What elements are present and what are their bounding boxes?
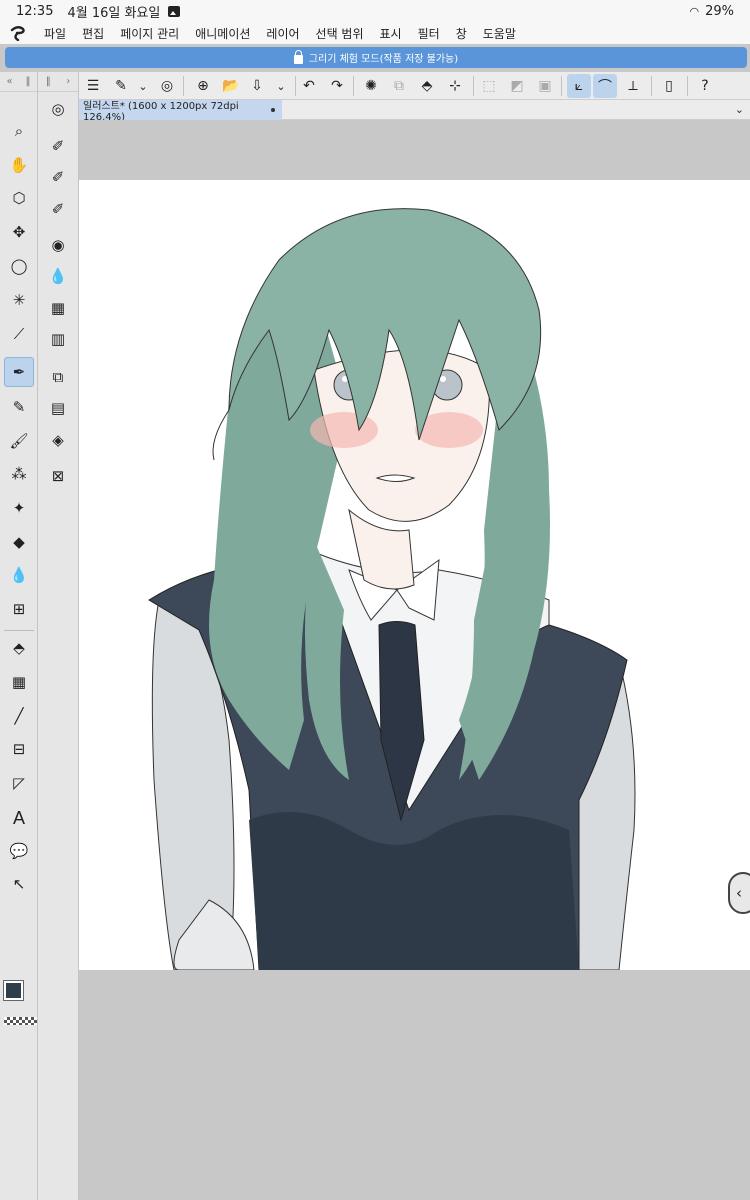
snap-grid-icon[interactable]: ⟂ xyxy=(621,74,645,98)
hand-icon[interactable]: ✋ xyxy=(4,150,34,180)
open-folder-icon[interactable]: 📂 xyxy=(219,74,243,98)
loading-spinner-icon[interactable]: ✺ xyxy=(359,74,383,98)
correct-line-icon[interactable]: ↖ xyxy=(4,869,34,899)
sub-tool-palette-header: ‖ › xyxy=(38,72,78,92)
menu-bar: 파일 편집 페이지 관리 애니메이션 레이어 선택 범위 표시 필터 창 도움말 xyxy=(0,22,750,44)
mesh-transform-icon[interactable]: ⊞ xyxy=(4,594,34,624)
new-file-icon[interactable]: ⊕ xyxy=(191,74,215,98)
menu-selection[interactable]: 선택 범위 xyxy=(308,25,372,42)
move-icon[interactable]: ✥ xyxy=(4,217,34,247)
unsaved-indicator xyxy=(271,108,275,112)
color-set-icon[interactable]: ▦ xyxy=(43,293,73,323)
blend-icon[interactable]: 💧 xyxy=(4,560,34,590)
menu-layer[interactable]: 레이어 xyxy=(258,25,307,42)
command-bar: ☰ ✎ ⌄ ◎ ⊕ 📂 ⇩ ⌄ ↶ ↷ ✺ ⧉ ⬘ ⊹ ⬚ ◩ ▣ ⟀ ⌒ ⟂ … xyxy=(79,72,750,100)
menu-file[interactable]: 파일 xyxy=(36,25,74,42)
color-wheel-icon[interactable]: ◉ xyxy=(43,230,73,260)
navigator-icon[interactable]: ◎ xyxy=(43,94,73,124)
line-icon[interactable]: ╱ xyxy=(4,701,34,731)
palette-grip-icon[interactable]: ‖ xyxy=(26,76,31,87)
crop-icon: ▣ xyxy=(538,78,552,94)
snap-special-ruler-icon[interactable]: ⌒ xyxy=(593,74,617,98)
chevron-down-icon[interactable]: ⌄ xyxy=(131,74,155,98)
menu-icon[interactable]: ☰ xyxy=(81,74,105,98)
pencil-icon[interactable]: ✎ xyxy=(4,392,34,422)
balloon-icon[interactable]: 💬 xyxy=(4,836,34,866)
sub-tool-detail-icon[interactable]: ✐ xyxy=(43,194,73,224)
battery-level: 29% xyxy=(705,3,734,19)
tool-palette-header: « ‖ xyxy=(0,72,37,92)
tool-property-icon[interactable]: ✐ xyxy=(43,131,73,161)
status-date: 4월 16일 화요일 xyxy=(67,5,161,21)
layer-icon[interactable]: ◈ xyxy=(43,425,73,455)
companion-icon[interactable]: ◎ xyxy=(155,74,179,98)
ruler-icon[interactable]: ◸ xyxy=(4,768,34,798)
help-icon[interactable]: ? xyxy=(693,74,717,98)
trial-mode-banner[interactable]: 그리기 체험 모드(작품 저장 불가능) xyxy=(5,47,747,68)
tab-list-chevron-icon[interactable]: ⌄ xyxy=(735,103,744,116)
transform-icon[interactable]: ⊹ xyxy=(443,74,467,98)
menu-help[interactable]: 도움말 xyxy=(475,25,524,42)
edit-icon[interactable]: ✎ xyxy=(109,74,133,98)
undo-icon[interactable]: ↶ xyxy=(297,74,321,98)
main-color-swatch[interactable] xyxy=(3,980,24,1001)
fill-command-icon[interactable]: ⬘ xyxy=(415,74,439,98)
collapse-left-icon[interactable]: « xyxy=(6,76,12,87)
eyedropper-icon[interactable]: ⟋ xyxy=(4,319,34,349)
menu-filter[interactable]: 필터 xyxy=(410,25,448,42)
transparent-color-swatch[interactable] xyxy=(4,1017,37,1025)
collapse-right-icon[interactable]: › xyxy=(66,76,70,87)
layer-property-icon[interactable]: ▤ xyxy=(43,393,73,423)
save-icon[interactable]: ⇩ xyxy=(245,74,269,98)
illustration-artwork xyxy=(148,208,636,970)
gradient-icon[interactable]: ▦ xyxy=(4,667,34,697)
save-options-chevron-icon[interactable]: ⌄ xyxy=(269,74,293,98)
brush-size-icon[interactable]: ✐ xyxy=(43,162,73,192)
trial-mode-text: 그리기 체험 모드(작품 저장 불가능) xyxy=(308,54,459,65)
decoration-icon[interactable]: ✦ xyxy=(4,493,34,523)
menu-edit[interactable]: 편집 xyxy=(74,25,112,42)
airbrush-icon[interactable]: ⁂ xyxy=(4,459,34,489)
canvas-tab[interactable]: 일러스트* (1600 x 1200px 72dpi 126.4%) xyxy=(79,100,282,123)
chevron-left-icon: ‹ xyxy=(736,884,742,902)
snap-ruler-icon[interactable]: ⟀ xyxy=(567,74,591,98)
canvas-tab-strip: 일러스트* (1600 x 1200px 72dpi 126.4%) ⌄ xyxy=(79,100,750,123)
pen-icon[interactable]: ✒ xyxy=(4,357,34,387)
copy-icon: ⧉ xyxy=(394,78,404,94)
lock-icon xyxy=(293,50,303,64)
text-icon[interactable]: A xyxy=(4,803,34,833)
menu-view[interactable]: 표시 xyxy=(372,25,410,42)
redo-icon[interactable]: ↷ xyxy=(325,74,349,98)
brush-icon[interactable]: 🖌 xyxy=(4,426,34,456)
magic-wand-icon[interactable]: ✳ xyxy=(4,285,34,315)
clear-selection-icon: ⬚ xyxy=(482,78,496,94)
timeline-icon[interactable]: ▥ xyxy=(43,324,73,354)
frame-icon[interactable]: ⊟ xyxy=(4,734,34,764)
fill-icon[interactable]: ⬘ xyxy=(4,633,34,663)
menu-page-management[interactable]: 페이지 관리 xyxy=(112,25,187,42)
sub-tool-palette: ‖ › ◎ ✐ ✐ ✐ ◉ 💧 ▦ ▥ ⧉ ▤ ◈ ⊠ xyxy=(38,72,79,1200)
palette-grip-icon[interactable]: ‖ xyxy=(46,76,51,87)
menu-animation[interactable]: 애니메이션 xyxy=(187,25,258,42)
app-logo-icon[interactable] xyxy=(0,25,36,41)
status-bar: 12:35 4월 16일 화요일 ◠ 29% xyxy=(0,0,750,22)
eraser-icon[interactable]: ◆ xyxy=(4,527,34,557)
layer-search-icon[interactable]: ⧉ xyxy=(43,362,73,392)
tool-palette: « ‖ ⌕ ✋ ⬡ ✥ ◯ ✳ ⟋ ✒ ✎ 🖌 ⁂ ✦ ◆ 💧 ⊞ ⬘ ▦ ╱ … xyxy=(0,72,38,1200)
color-mixing-icon[interactable]: 💧 xyxy=(43,261,73,291)
lasso-icon[interactable]: ◯ xyxy=(4,251,34,281)
drawing-canvas[interactable] xyxy=(79,180,750,970)
canvas-workspace[interactable] xyxy=(79,120,750,1200)
zoom-icon[interactable]: ⌕ xyxy=(4,116,34,146)
smartphone-icon[interactable]: ▯ xyxy=(657,74,681,98)
material-icon[interactable]: ⊠ xyxy=(43,461,73,491)
menu-window[interactable]: 창 xyxy=(448,25,475,42)
invert-selection-icon: ◩ xyxy=(510,78,524,94)
object-icon[interactable]: ⬡ xyxy=(4,183,34,213)
side-panel-handle[interactable]: ‹ xyxy=(728,872,750,914)
wifi-icon: ◠ xyxy=(689,4,700,18)
gallery-notification-icon xyxy=(168,5,181,17)
status-time: 12:35 xyxy=(16,3,54,19)
